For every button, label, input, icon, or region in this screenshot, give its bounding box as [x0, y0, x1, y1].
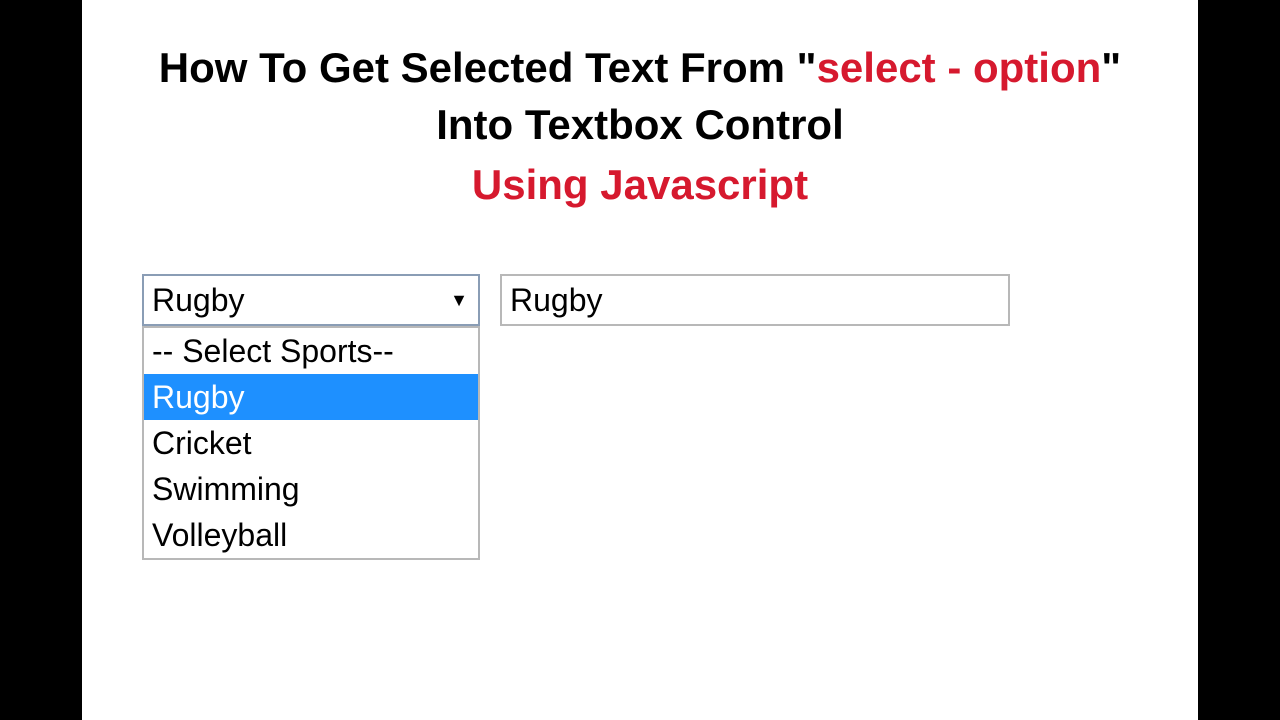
title-highlight: select - option [817, 44, 1102, 91]
page-content: How To Get Selected Text From "select - … [82, 0, 1198, 720]
sport-option-volleyball[interactable]: Volleyball [144, 512, 478, 558]
chevron-down-icon: ▼ [450, 290, 468, 311]
title-line-3: Using Javascript [112, 157, 1168, 214]
title-text-prefix: How To Get Selected Text From " [159, 44, 817, 91]
page-title: How To Get Selected Text From "select - … [82, 40, 1198, 224]
sport-option-cricket[interactable]: Cricket [144, 420, 478, 466]
sport-option-swimming[interactable]: Swimming [144, 466, 478, 512]
result-textbox[interactable] [500, 274, 1010, 326]
form-area: Rugby ▼ -- Select Sports-- Rugby Cricket… [82, 274, 1198, 326]
sport-option-rugby[interactable]: Rugby [144, 374, 478, 420]
sport-dropdown-list: -- Select Sports-- Rugby Cricket Swimmin… [142, 326, 480, 560]
sport-select-value: Rugby [152, 282, 245, 319]
title-line-1: How To Get Selected Text From "select - … [112, 40, 1168, 97]
sport-select-wrapper: Rugby ▼ -- Select Sports-- Rugby Cricket… [142, 274, 480, 326]
sport-select[interactable]: Rugby ▼ [142, 274, 480, 326]
title-text-suffix: " [1101, 44, 1121, 91]
sport-option-placeholder[interactable]: -- Select Sports-- [144, 328, 478, 374]
title-line-2: Into Textbox Control [112, 97, 1168, 154]
